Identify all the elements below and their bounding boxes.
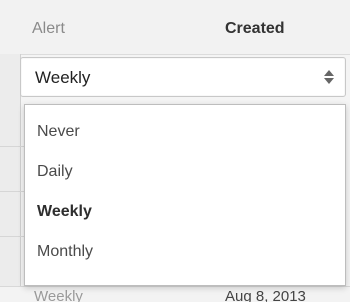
alert-column-header[interactable]: Alert (32, 20, 65, 38)
select-value-label: Weekly (35, 68, 91, 87)
alert-frequency-select[interactable]: Weekly (20, 57, 346, 97)
up-down-arrows-icon (324, 70, 334, 84)
dropdown-option-never[interactable]: Never (37, 123, 80, 141)
alert-frequency-dropdown: Never Daily Weekly Monthly (24, 104, 346, 286)
alerts-table-view: Alert Created Weekly Never Daily Weekly … (0, 0, 350, 302)
dropdown-option-weekly[interactable]: Weekly (37, 203, 92, 221)
row-left-edge (0, 54, 21, 302)
row-alert-value: Weekly (34, 288, 83, 302)
row-created-date: Aug 8, 2013 (225, 288, 306, 302)
row-divider (0, 191, 24, 192)
dropdown-option-monthly[interactable]: Monthly (37, 243, 93, 261)
row-divider (0, 236, 24, 237)
row-divider (0, 146, 24, 147)
created-column-header[interactable]: Created (225, 20, 285, 38)
dropdown-option-daily[interactable]: Daily (37, 163, 73, 181)
table-header-row: Alert Created (0, 0, 350, 55)
